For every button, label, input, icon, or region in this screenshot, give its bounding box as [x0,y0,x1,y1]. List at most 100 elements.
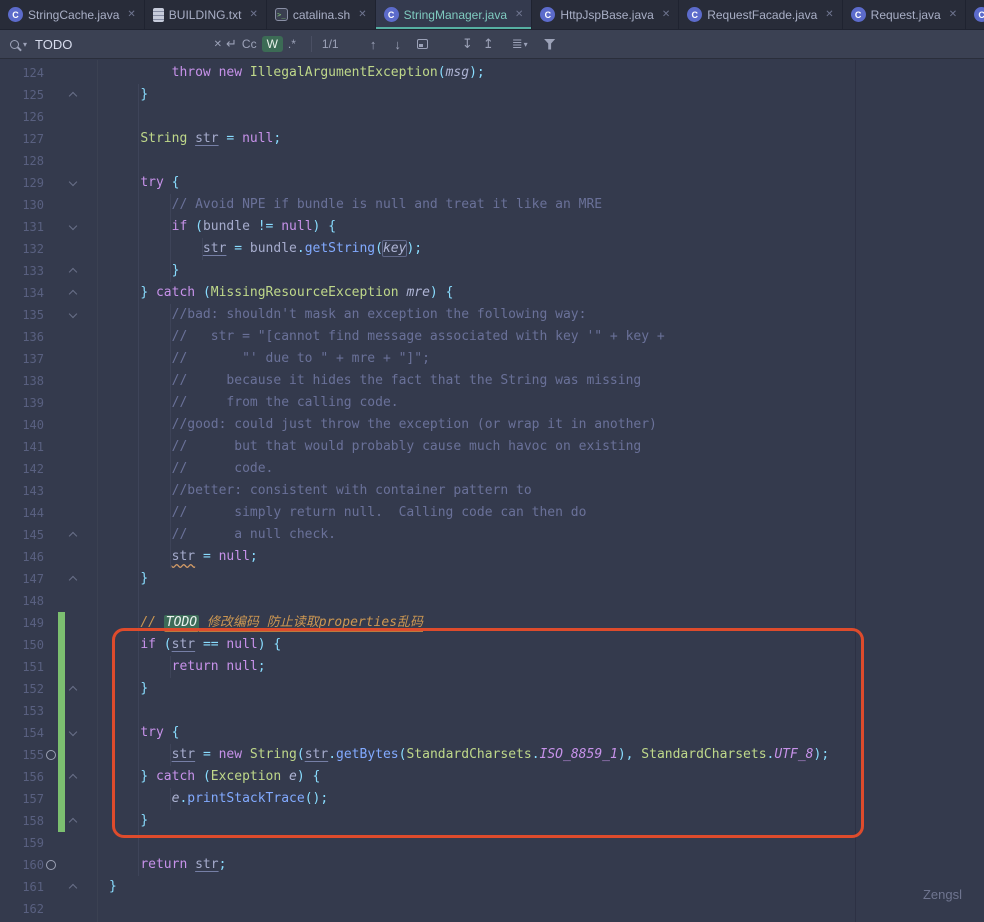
words-toggle[interactable]: W [262,36,283,52]
open-in-find-window-icon[interactable] [417,39,428,49]
vcs-added-marker[interactable] [58,810,65,832]
search-input[interactable]: TODO [35,37,210,52]
search-icon[interactable] [10,40,19,49]
code-line[interactable]: 160 return str; [0,854,984,876]
tab-StringManager.java[interactable]: CStringManager.java✕ [376,0,533,29]
line-number[interactable]: 126 [0,106,44,128]
line-number[interactable]: 155 [0,744,44,766]
line-number[interactable]: 162 [0,898,44,920]
vcs-added-marker[interactable] [58,766,65,788]
line-number[interactable]: 128 [0,150,44,172]
fold-down-icon[interactable] [65,729,81,737]
code-line[interactable]: 125 } [0,84,984,106]
code-line[interactable]: 156 } catch (Exception e) { [0,766,984,788]
line-number[interactable]: 157 [0,788,44,810]
code-line[interactable]: 153 [0,700,984,722]
line-number[interactable]: 152 [0,678,44,700]
code-line[interactable]: 133 } [0,260,984,282]
code-line[interactable]: 136 // str = "[cannot find message assoc… [0,326,984,348]
remove-occurrence-icon[interactable]: ↥ [483,36,494,52]
editor[interactable]: 124 throw new IllegalArgumentException(m… [0,60,984,922]
match-case-toggle[interactable]: Cc [237,36,262,52]
vcs-added-marker[interactable] [58,788,65,810]
line-number[interactable]: 127 [0,128,44,150]
line-number[interactable]: 124 [0,62,44,84]
line-number[interactable]: 156 [0,766,44,788]
code-line[interactable]: 143 //better: consistent with container … [0,480,984,502]
fold-up-icon[interactable] [65,289,81,297]
code-line[interactable]: 141 // but that would probably cause muc… [0,436,984,458]
line-number[interactable]: 139 [0,392,44,414]
fold-up-icon[interactable] [65,91,81,99]
fold-down-icon[interactable] [65,223,81,231]
line-number[interactable]: 140 [0,414,44,436]
clear-search-icon[interactable]: ✕ [214,39,222,50]
fold-up-icon[interactable] [65,267,81,275]
vcs-added-marker[interactable] [58,634,65,656]
code-line[interactable]: 132 str = bundle.getString(key); [0,238,984,260]
line-number[interactable]: 146 [0,546,44,568]
line-number[interactable]: 134 [0,282,44,304]
code-line[interactable]: 157 e.printStackTrace(); [0,788,984,810]
vcs-added-marker[interactable] [58,744,65,766]
fold-up-icon[interactable] [65,531,81,539]
vcs-added-marker[interactable] [58,700,65,722]
next-match-button[interactable]: ↓ [394,37,401,52]
code-line[interactable]: 144 // simply return null. Calling code … [0,502,984,524]
code-line[interactable]: 151 return null; [0,656,984,678]
code-line[interactable]: 154 try { [0,722,984,744]
code-line[interactable]: 138 // because it hides the fact that th… [0,370,984,392]
search-history-caret-icon[interactable]: ▾ [23,40,27,49]
tab-Request.java[interactable]: CRequest.java✕ [843,0,966,29]
line-number[interactable]: 125 [0,84,44,106]
line-number[interactable]: 149 [0,612,44,634]
code-line[interactable]: 149 // TODO 修改编码 防止读取properties乱码 [0,612,984,634]
line-number[interactable]: 145 [0,524,44,546]
view-options-icon[interactable]: ≣ ▾ [512,36,528,52]
tab-close-icon[interactable]: ✕ [825,9,833,20]
insert-newline-icon[interactable]: ↵ [226,36,237,52]
prev-match-button[interactable]: ↑ [370,37,377,52]
line-number[interactable]: 153 [0,700,44,722]
code-line[interactable]: 142 // code. [0,458,984,480]
code-line[interactable]: 135 //bad: shouldn't mask an exception t… [0,304,984,326]
line-number[interactable]: 148 [0,590,44,612]
code-line[interactable]: 146 str = null; [0,546,984,568]
fold-up-icon[interactable] [65,575,81,583]
line-number[interactable]: 151 [0,656,44,678]
tab-close-icon[interactable]: ✕ [949,9,957,20]
code-line[interactable]: 161} [0,876,984,898]
vcs-added-marker[interactable] [58,612,65,634]
line-number[interactable]: 135 [0,304,44,326]
code-line[interactable]: 126 [0,106,984,128]
tab-StringCache.java[interactable]: CStringCache.java✕ [0,0,145,29]
line-number[interactable]: 143 [0,480,44,502]
regex-toggle[interactable]: .* [283,36,301,52]
code-line[interactable]: 140 //good: could just throw the excepti… [0,414,984,436]
code-line[interactable]: 129 try { [0,172,984,194]
fold-down-icon[interactable] [65,179,81,187]
line-number[interactable]: 161 [0,876,44,898]
line-number[interactable]: 142 [0,458,44,480]
vcs-added-marker[interactable] [58,722,65,744]
tab-close-icon[interactable]: ✕ [515,9,523,20]
fold-up-icon[interactable] [65,883,81,891]
code-line[interactable]: 124 throw new IllegalArgumentException(m… [0,62,984,84]
code-line[interactable]: 128 [0,150,984,172]
tab-close-icon[interactable]: ✕ [662,9,670,20]
line-number[interactable]: 129 [0,172,44,194]
code-line[interactable]: 148 [0,590,984,612]
line-number[interactable]: 159 [0,832,44,854]
code-line[interactable]: 130 // Avoid NPE if bundle is null and t… [0,194,984,216]
line-number[interactable]: 144 [0,502,44,524]
code-line[interactable]: 158 } [0,810,984,832]
tab-close-icon[interactable]: ✕ [127,9,135,20]
fold-up-icon[interactable] [65,817,81,825]
line-number[interactable]: 154 [0,722,44,744]
line-number[interactable]: 136 [0,326,44,348]
line-number[interactable]: 150 [0,634,44,656]
line-number[interactable]: 160 [0,854,44,876]
code-line[interactable]: 139 // from the calling code. [0,392,984,414]
line-number[interactable]: 147 [0,568,44,590]
fold-up-icon[interactable] [65,685,81,693]
